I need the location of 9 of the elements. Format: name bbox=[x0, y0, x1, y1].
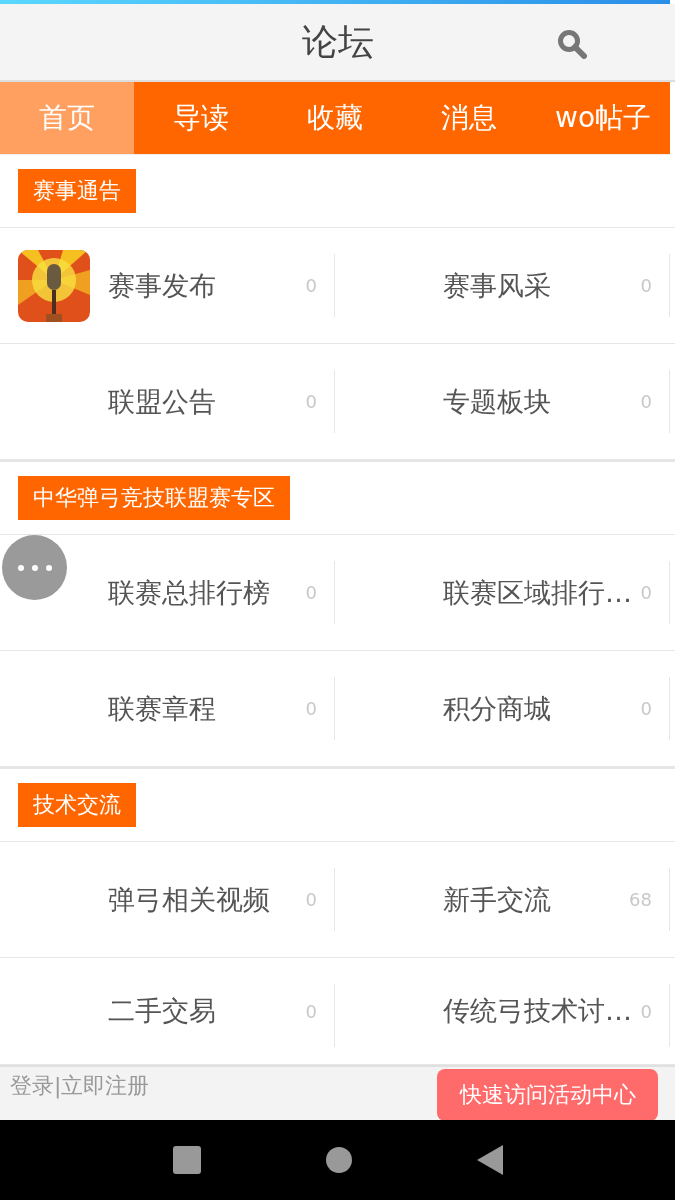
back-icon[interactable] bbox=[476, 1145, 503, 1175]
square-icon[interactable] bbox=[172, 1146, 201, 1174]
section-title: 技术交流 bbox=[18, 783, 136, 827]
circle-icon[interactable] bbox=[325, 1147, 352, 1173]
section-title: 赛事通告 bbox=[18, 169, 136, 213]
ellipsis-icon bbox=[16, 563, 53, 572]
page-title: 论坛 bbox=[301, 19, 374, 64]
section-title: 中华弹弓竞技联盟赛专区 bbox=[18, 476, 290, 520]
search-icon[interactable] bbox=[557, 29, 587, 59]
